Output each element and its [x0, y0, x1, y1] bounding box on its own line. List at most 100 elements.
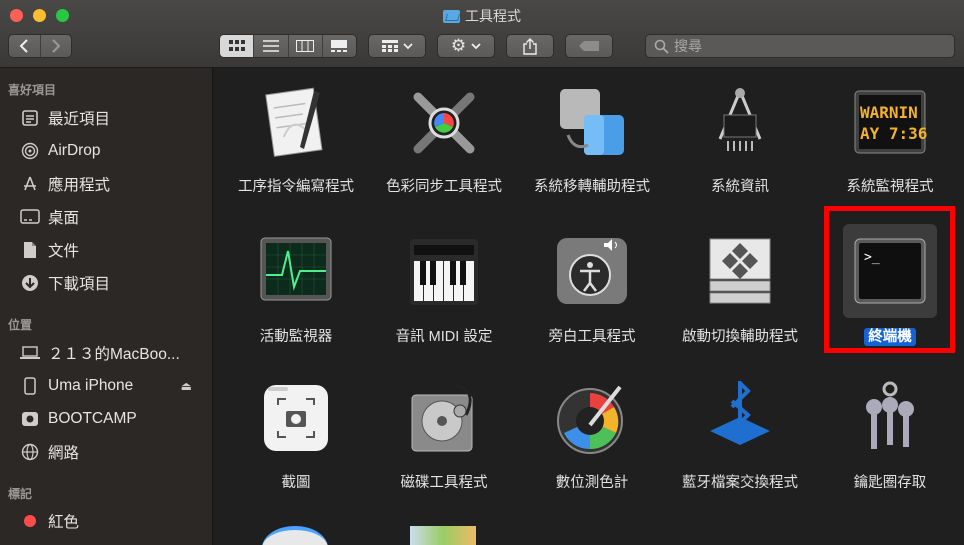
app-label: 系統資訊	[711, 179, 769, 195]
app-label: 色彩同步工具程式	[386, 179, 502, 195]
boot-camp-icon	[702, 235, 778, 311]
app-label: 系統移轉輔助程式	[534, 179, 650, 195]
keychain-icon	[852, 381, 928, 457]
documents-icon	[20, 240, 40, 260]
sidebar-item-network[interactable]: 網路	[20, 439, 210, 465]
recents-icon	[20, 108, 40, 128]
eject-icon[interactable]: ⏏	[181, 379, 192, 393]
network-icon	[20, 442, 40, 462]
toolbar: 工具程式 ⚙ 搜尋	[0, 0, 964, 68]
app-activity-monitor[interactable]: 活動監視器	[221, 235, 371, 346]
forward-button[interactable]	[41, 35, 72, 57]
sidebar-item-label: 桌面	[48, 210, 80, 227]
app-label: 音訊 MIDI 設定	[395, 329, 493, 345]
disk-icon	[20, 409, 40, 429]
chevron-down-icon	[402, 43, 413, 50]
screenshot-icon	[258, 381, 334, 457]
back-button[interactable]	[9, 35, 41, 57]
colorsync-icon	[406, 85, 482, 161]
search-icon	[654, 39, 669, 54]
sidebar-item-label: AirDrop	[48, 142, 101, 159]
gallery-view-button[interactable]	[323, 35, 356, 57]
app-script-editor[interactable]: 工序指令編寫程式	[221, 85, 371, 196]
partial-app-icon[interactable]	[262, 526, 328, 545]
share-icon	[523, 37, 537, 55]
list-view-button[interactable]	[254, 35, 289, 57]
migration-assistant-icon	[554, 85, 630, 161]
app-label: 鑰匙圈存取	[853, 475, 927, 491]
chevron-right-icon	[52, 39, 61, 53]
sidebar-item-label: 最近項目	[48, 111, 111, 128]
voiceover-icon	[554, 235, 630, 311]
app-audio-midi-setup[interactable]: 音訊 MIDI 設定	[369, 235, 519, 346]
sidebar-item-label: Uma iPhone	[48, 377, 134, 394]
console-icon-line-2: AY 7:36	[860, 124, 927, 143]
locations-header: 位置	[8, 318, 33, 332]
sidebar-item-downloads[interactable]: 下載項目	[20, 270, 210, 296]
app-system-information[interactable]: 系統資訊	[665, 85, 815, 196]
app-keychain-access[interactable]: 鑰匙圈存取	[815, 381, 964, 492]
app-label: 系統監視程式	[846, 179, 934, 195]
app-boot-camp-assistant[interactable]: 啟動切換輔助程式	[665, 235, 815, 346]
sidebar-item-desktop[interactable]: 桌面	[20, 204, 210, 230]
app-disk-utility[interactable]: 磁碟工具程式	[369, 381, 519, 492]
sidebar-item-bootcamp[interactable]: BOOTCAMP	[20, 406, 210, 432]
list-icon	[262, 40, 279, 52]
folder-icon	[443, 10, 460, 23]
search-field[interactable]: 搜尋	[645, 34, 955, 58]
group-grid-icon	[381, 40, 398, 52]
app-bluetooth-file-exchange[interactable]: 藍牙檔案交換程式	[665, 378, 815, 492]
app-colorsync-utility[interactable]: 色彩同步工具程式	[369, 85, 519, 196]
app-label: 工序指令編寫程式	[238, 179, 354, 195]
app-label: 藍牙檔案交換程式	[682, 475, 798, 491]
share-button[interactable]	[506, 34, 554, 58]
script-editor-icon	[258, 85, 334, 161]
system-information-icon	[702, 85, 778, 161]
audio-midi-icon	[406, 235, 482, 311]
gear-icon: ⚙	[450, 36, 467, 55]
activity-monitor-icon	[258, 235, 334, 311]
column-view-button[interactable]	[289, 35, 323, 57]
console-icon-line-1: WARNIN	[860, 103, 918, 122]
digital-color-meter-icon	[554, 381, 630, 457]
partial-app-icon[interactable]	[410, 526, 476, 545]
app-console[interactable]: WARNIN AY 7:36 系統監視程式	[815, 85, 964, 196]
sidebar-item-label: BOOTCAMP	[48, 410, 137, 427]
favorites-header: 喜好項目	[8, 83, 57, 97]
sidebar-item-label: 下載項目	[48, 276, 111, 293]
app-label: 數位測色計	[555, 475, 629, 491]
red-tag-dot-icon	[20, 511, 40, 531]
applications-icon	[20, 174, 40, 194]
app-label: 活動監視器	[259, 329, 333, 345]
sidebar-item-tag-red[interactable]: 紅色	[20, 508, 210, 534]
icon-view-button[interactable]	[220, 35, 255, 57]
tags-button[interactable]	[565, 34, 613, 58]
sidebar-item-applications[interactable]: 應用程式	[20, 171, 210, 197]
columns-icon	[296, 40, 315, 52]
app-voiceover-utility[interactable]: 旁白工具程式	[517, 235, 667, 346]
sidebar-item-label: 紅色	[48, 514, 80, 531]
app-label: 截圖	[281, 475, 311, 491]
sidebar-item-documents[interactable]: 文件	[20, 237, 210, 263]
sidebar-item-recents[interactable]: 最近項目	[20, 105, 210, 131]
sidebar-item-label: 應用程式	[48, 177, 111, 194]
view-mode-control	[219, 34, 357, 58]
iphone-icon	[20, 376, 40, 396]
chevron-left-icon	[19, 39, 28, 53]
chevron-down-icon	[471, 43, 481, 50]
sidebar-item-label: 網路	[48, 445, 80, 462]
desktop-icon	[20, 207, 40, 227]
disk-utility-icon	[406, 381, 482, 457]
app-migration-assistant[interactable]: 系統移轉輔助程式	[517, 85, 667, 196]
sidebar-item-iphone[interactable]: Uma iPhone ⏏	[20, 373, 210, 399]
app-digital-color-meter[interactable]: 數位測色計	[517, 381, 667, 492]
action-menu-button[interactable]: ⚙	[437, 34, 495, 58]
group-by-button[interactable]	[368, 34, 426, 58]
app-label: 磁碟工具程式	[400, 475, 488, 491]
tag-icon	[579, 41, 599, 51]
search-placeholder: 搜尋	[674, 38, 702, 54]
app-screenshot[interactable]: 截圖	[221, 381, 371, 492]
sidebar-item-airdrop[interactable]: AirDrop	[20, 138, 210, 164]
bluetooth-icon	[702, 378, 778, 457]
sidebar-item-macbook[interactable]: ２１３的MacBoo...	[20, 340, 210, 366]
